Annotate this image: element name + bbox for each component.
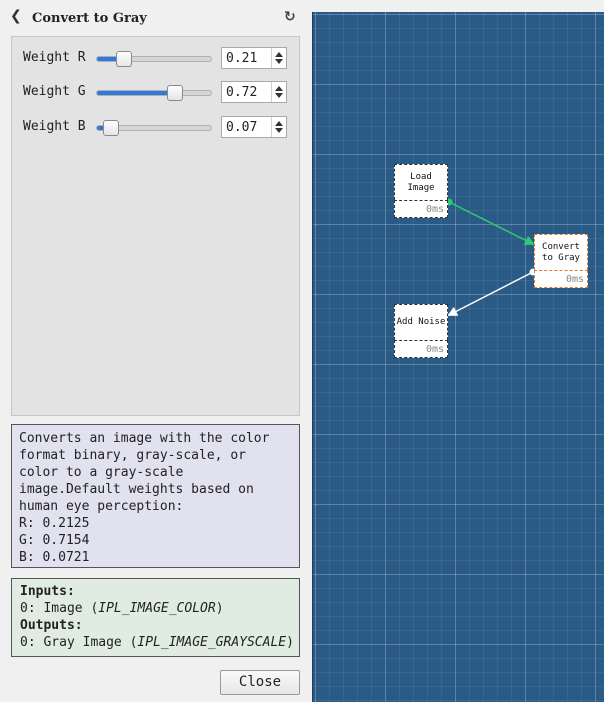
node-title: Convert to Gray	[534, 234, 588, 270]
spinbox-buttons	[271, 117, 286, 137]
node-add-noise[interactable]: Add Noise 0ms	[394, 304, 448, 358]
node-title: Add Noise	[394, 304, 448, 340]
weight-g-spinbox[interactable]: 0.72	[221, 81, 287, 103]
spinbox-buttons	[271, 48, 286, 68]
connection-load-to-convert[interactable]	[448, 201, 535, 245]
spinbox-value[interactable]: 0.07	[226, 120, 257, 135]
param-row-weight-b: Weight B 0.07	[12, 116, 299, 140]
connection-layer	[445, 198, 537, 316]
node-time: 0ms	[394, 340, 448, 358]
spin-down-icon[interactable]	[275, 59, 283, 64]
weight-r-spinbox[interactable]: 0.21	[221, 47, 287, 69]
node-time: 0ms	[394, 200, 448, 218]
io-info-box: Inputs: 0: Image (IPL_IMAGE_COLOR) Outpu…	[11, 578, 300, 657]
node-time: 0ms	[534, 270, 588, 288]
graph-canvas[interactable]: Load Image 0ms Convert to Gray 0ms Add Noi…	[312, 12, 604, 702]
weight-b-spinbox[interactable]: 0.07	[221, 116, 287, 138]
spinbox-value[interactable]: 0.72	[226, 85, 257, 100]
spin-up-icon[interactable]	[275, 52, 283, 57]
connection-convert-to-noise[interactable]	[447, 271, 534, 316]
node-load-image[interactable]: Load Image 0ms	[394, 164, 448, 218]
slider-thumb[interactable]	[116, 51, 133, 67]
output-item: 0: Gray Image (IPL_IMAGE_GRAYSCALE)	[20, 635, 294, 650]
weight-b-slider[interactable]	[96, 120, 212, 136]
page-title: Convert to Gray	[32, 11, 147, 26]
spin-down-icon[interactable]	[275, 128, 283, 133]
input-item: 0: Image (IPL_IMAGE_COLOR)	[20, 601, 224, 616]
description-box: Converts an image with the color format …	[11, 424, 300, 568]
spinbox-buttons	[271, 82, 286, 102]
param-label: Weight G	[23, 84, 86, 99]
refresh-icon[interactable]: ↻	[284, 9, 296, 25]
chevron-left-icon[interactable]: ❮	[10, 8, 22, 24]
slider-thumb[interactable]	[166, 85, 183, 101]
weight-g-slider[interactable]	[96, 85, 212, 101]
weight-r-slider[interactable]	[96, 51, 212, 67]
node-title: Load Image	[394, 164, 448, 200]
param-row-weight-r: Weight R 0.21	[12, 47, 299, 71]
param-row-weight-g: Weight G 0.72	[12, 81, 299, 105]
spinbox-value[interactable]: 0.21	[226, 51, 257, 66]
node-convert-to-gray[interactable]: Convert to Gray 0ms	[534, 234, 588, 288]
slider-fill	[97, 91, 175, 95]
close-button[interactable]: Close	[220, 670, 300, 695]
param-label: Weight B	[23, 119, 86, 134]
spin-up-icon[interactable]	[275, 86, 283, 91]
spin-down-icon[interactable]	[275, 93, 283, 98]
inputs-heading: Inputs:	[20, 584, 75, 599]
slider-thumb[interactable]	[102, 120, 119, 136]
spin-up-icon[interactable]	[275, 121, 283, 126]
parameters-panel: Weight R 0.21 Weight G 0.72 Weight B 0.0…	[11, 36, 300, 416]
param-label: Weight R	[23, 50, 86, 65]
panel-header: ❮ Convert to Gray ↻	[0, 0, 308, 36]
outputs-heading: Outputs:	[20, 618, 83, 633]
